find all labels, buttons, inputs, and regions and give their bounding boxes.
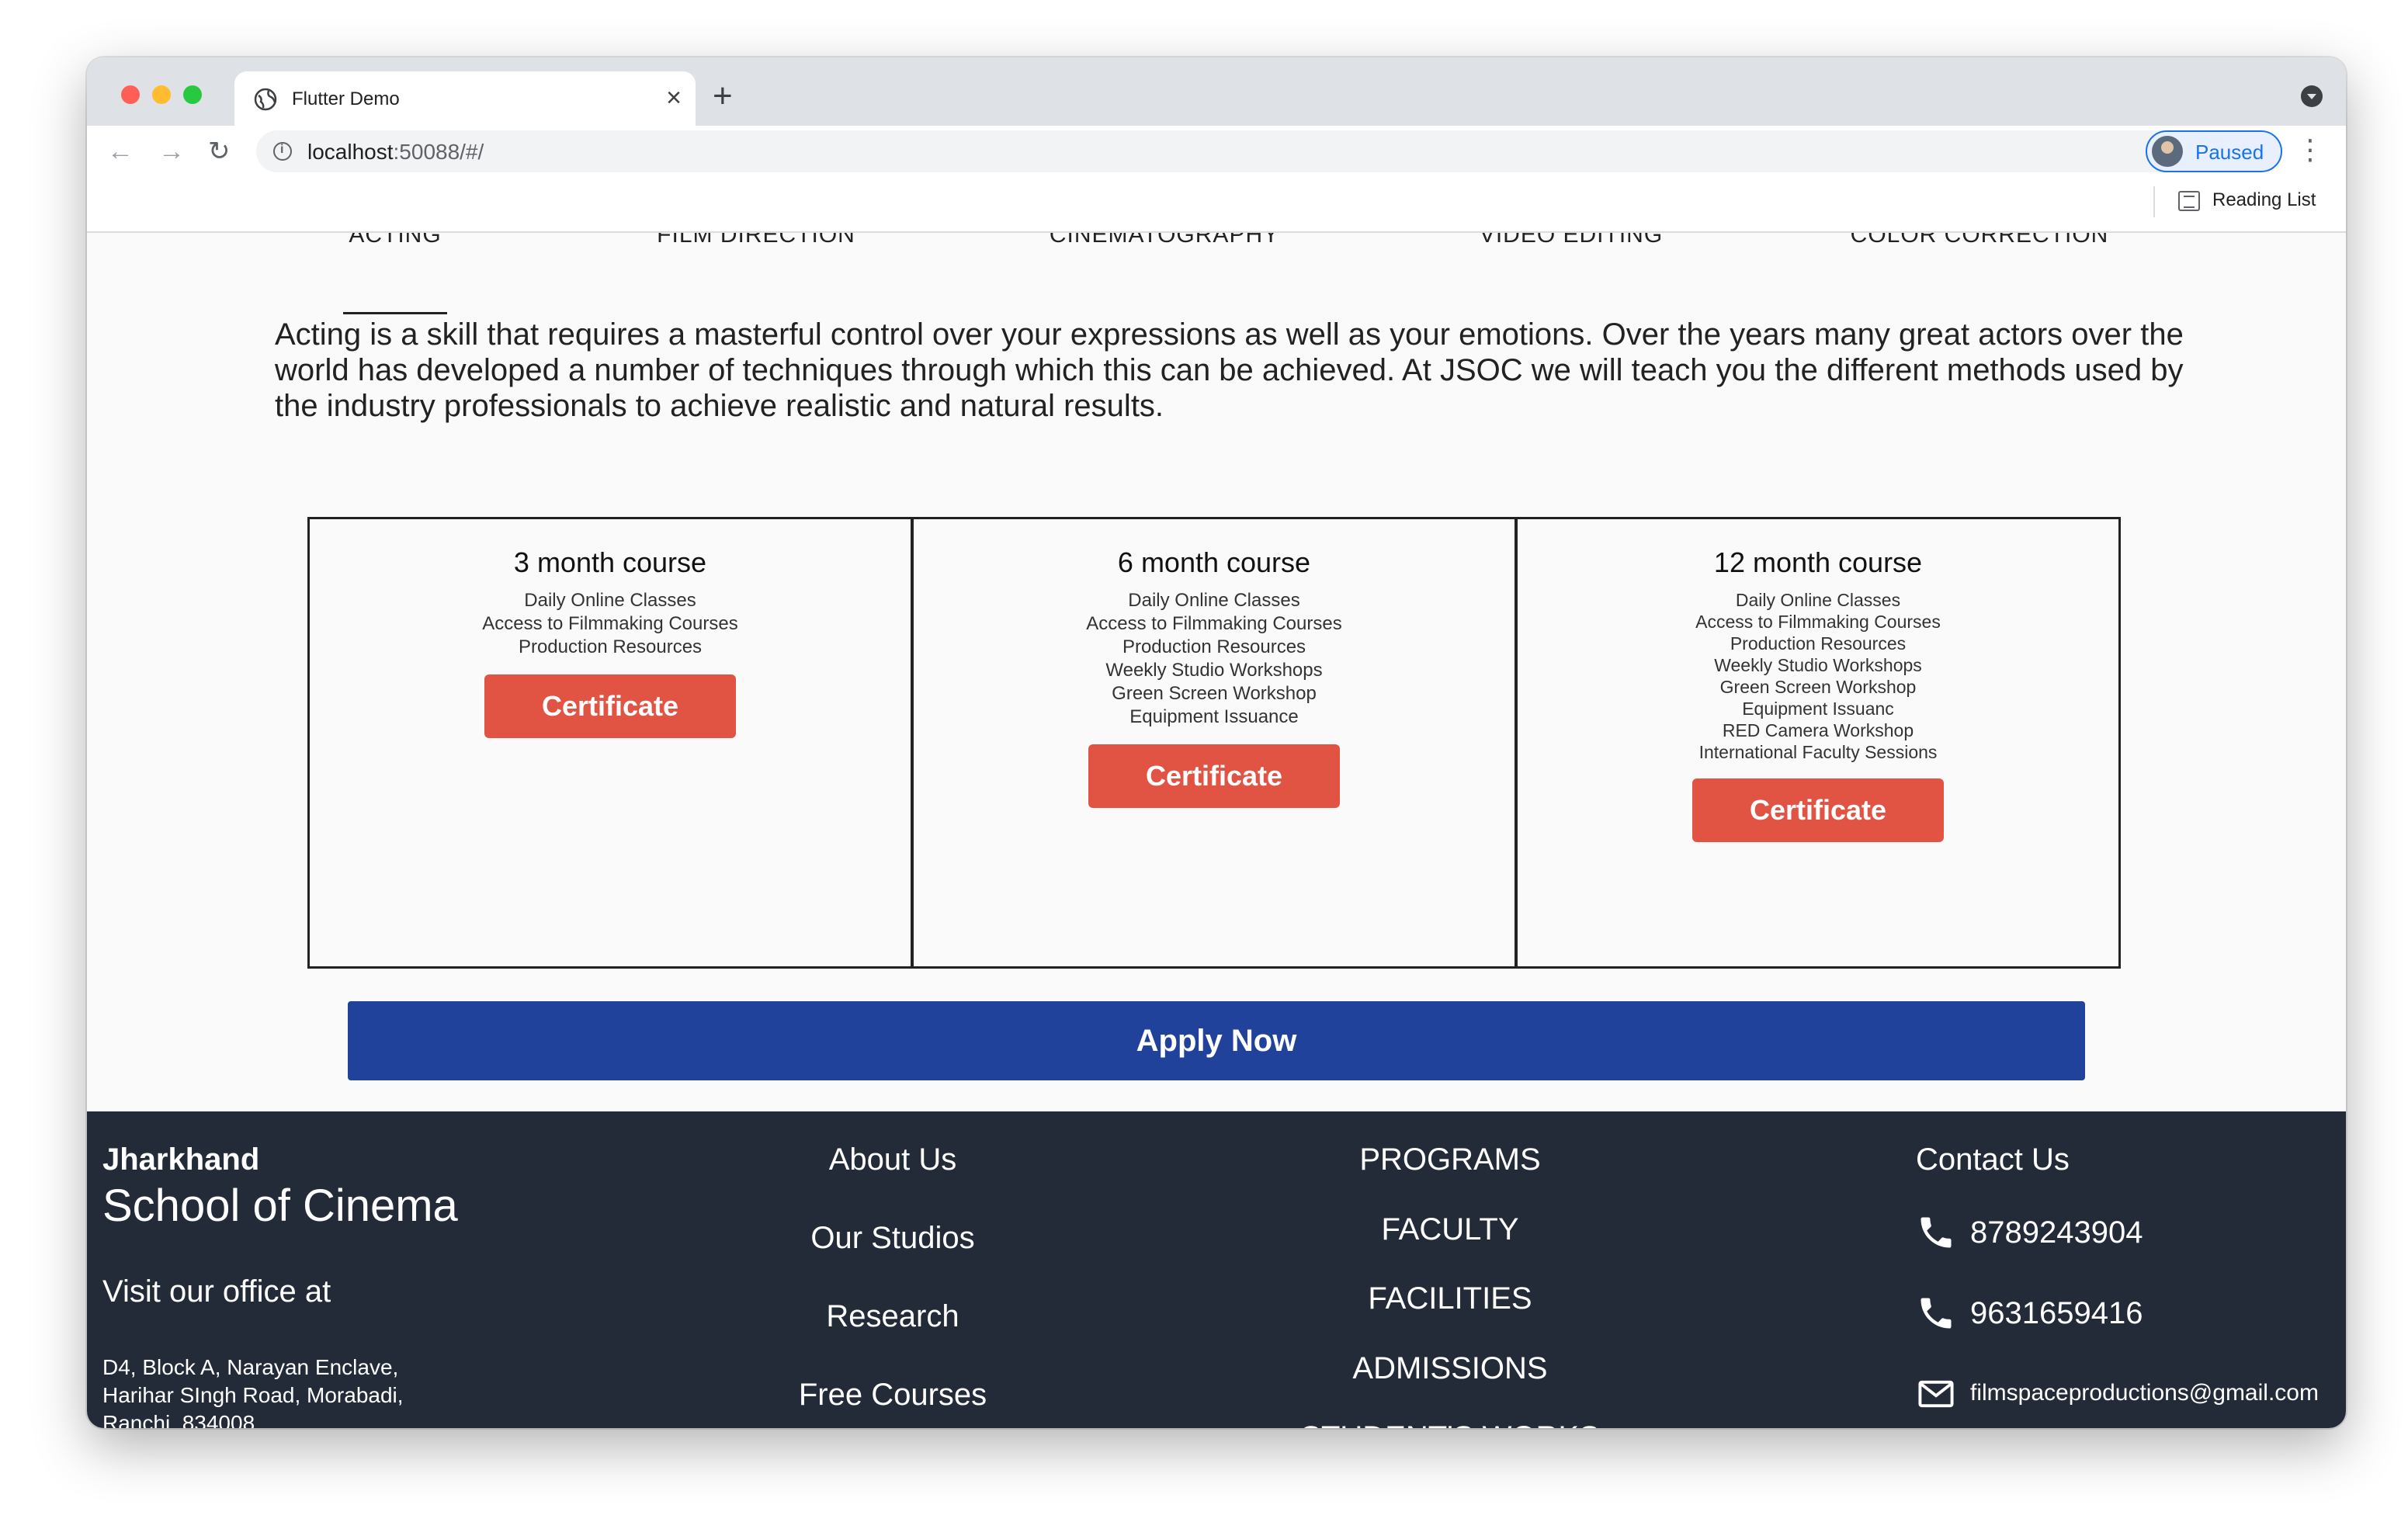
course-feature: Daily Online Classes <box>524 590 696 611</box>
address-line: D4, Block A, Narayan Enclave, <box>102 1355 399 1379</box>
tab-title: Flutter Demo <box>292 88 400 109</box>
course-card-6-month: 6 month course Daily Online Classes Acce… <box>911 517 1517 969</box>
reload-button[interactable]: ↻ <box>208 132 231 171</box>
footer-link-faculty[interactable]: FACULTY <box>1300 1212 1599 1282</box>
browser-window: Flutter Demo × + ← → ↻ localhost:50088/#… <box>87 57 2346 1428</box>
course-features: Daily Online Classes Access to Filmmakin… <box>310 589 911 659</box>
tab-video-editing[interactable]: VIDEO EDITING <box>1480 233 1663 248</box>
course-feature: Access to Filmmaking Courses <box>1086 613 1342 634</box>
course-card-12-month: 12 month course Daily Online Classes Acc… <box>1515 517 2121 969</box>
footer: Jharkhand School of Cinema Visit our off… <box>87 1111 2346 1428</box>
certificate-button[interactable]: Certificate <box>484 674 736 738</box>
reading-list-icon[interactable] <box>2178 191 2200 211</box>
info-icon[interactable] <box>273 142 292 161</box>
phone-number: 9631659416 <box>1970 1296 2143 1330</box>
certificate-button[interactable]: Certificate <box>1692 778 1944 842</box>
tab-strip: Flutter Demo × + <box>87 57 2346 126</box>
url-host: localhost <box>307 140 394 164</box>
contact-heading: Contact Us <box>1916 1142 2070 1177</box>
email-address: filmspaceproductions@gmail.com <box>1970 1380 2319 1406</box>
browser-toolbar: ← → ↻ localhost:50088/#/ ☆ Paused ⋮ <box>87 126 2346 177</box>
course-feature: Weekly Studio Workshops <box>1714 655 1922 675</box>
course-title: 6 month course <box>1117 546 1311 578</box>
course-feature: Production Resources <box>1730 633 1907 654</box>
new-tab-button[interactable]: + <box>713 79 733 113</box>
browser-tab[interactable]: Flutter Demo × <box>234 71 696 126</box>
course-feature: Daily Online Classes <box>1128 590 1300 611</box>
footer-links-col1: About Us Our Studios Research Free Cours… <box>799 1142 987 1428</box>
footer-link-admissions[interactable]: ADMISSIONS <box>1300 1351 1599 1421</box>
footer-link-students-works[interactable]: STUDENT'S WORKS <box>1300 1420 1599 1428</box>
address-line: Ranchi, 834008 <box>102 1411 255 1428</box>
forward-button[interactable]: → <box>158 132 185 171</box>
url-text[interactable]: localhost:50088/#/ <box>307 140 484 165</box>
close-window-button[interactable] <box>121 85 140 104</box>
footer-link-about-us[interactable]: About Us <box>799 1142 987 1221</box>
course-feature: Daily Online Classes <box>1735 590 1901 610</box>
phone-icon <box>1921 1298 1952 1329</box>
footer-link-facilities[interactable]: FACILITIES <box>1300 1281 1599 1351</box>
apply-now-button[interactable]: Apply Now <box>348 1001 2085 1080</box>
course-card-3-month: 3 month course Daily Online Classes Acce… <box>307 517 913 969</box>
footer-link-free-courses[interactable]: Free Courses <box>799 1378 987 1428</box>
course-title: 12 month course <box>1713 546 1923 578</box>
divider <box>2153 186 2155 217</box>
visit-heading: Visit our office at <box>102 1274 331 1309</box>
profile-status: Paused <box>2195 140 2264 164</box>
tab-search-icon[interactable] <box>2301 85 2323 107</box>
minimize-window-button[interactable] <box>152 85 171 104</box>
menu-icon[interactable]: ⋮ <box>2296 130 2324 169</box>
brand-line-1: Jharkhand <box>102 1142 260 1177</box>
reading-list-button[interactable]: Reading List <box>2212 189 2316 211</box>
avatar <box>2152 136 2183 167</box>
course-features: Daily Online Classes Access to Filmmakin… <box>914 589 1515 729</box>
url-port: :50088/#/ <box>393 140 484 164</box>
office-address: D4, Block A, Narayan Enclave, Harihar SI… <box>102 1354 404 1428</box>
globe-icon <box>254 88 277 111</box>
course-feature: Access to Filmmaking Courses <box>482 613 738 634</box>
course-feature: Equipment Issuance <box>1129 706 1299 727</box>
intro-text: Acting is a skill that requires a master… <box>275 317 2184 423</box>
course-feature: RED Camera Workshop <box>1722 720 1914 740</box>
footer-link-our-studios[interactable]: Our Studios <box>799 1221 987 1299</box>
phone-number: 8789243904 <box>1970 1215 2143 1250</box>
course-feature: Access to Filmmaking Courses <box>1695 612 1941 632</box>
course-features: Daily Online Classes Access to Filmmakin… <box>1518 589 2118 763</box>
footer-link-programs[interactable]: PROGRAMS <box>1300 1142 1599 1212</box>
maximize-window-button[interactable] <box>183 85 202 104</box>
course-feature: International Faculty Sessions <box>1698 742 1938 762</box>
footer-link-research[interactable]: Research <box>799 1299 987 1378</box>
course-feature: Production Resources <box>1122 636 1306 657</box>
certificate-button[interactable]: Certificate <box>1088 744 1340 808</box>
back-button[interactable]: ← <box>107 132 134 171</box>
page-viewport: ACTING FILM DIRECTION CINEMATOGRAPHY VID… <box>87 233 2346 1428</box>
bookmarks-bar: Reading List <box>87 177 2346 233</box>
tab-color-correction[interactable]: COLOR CORRECTION <box>1851 233 2109 248</box>
active-tab-indicator <box>343 312 447 314</box>
profile-button[interactable]: Paused <box>2146 130 2282 172</box>
mail-icon <box>1918 1380 1954 1408</box>
course-feature: Weekly Studio Workshops <box>1105 660 1323 681</box>
course-feature: Equipment Issuanc <box>1742 699 1894 719</box>
tab-film-direction[interactable]: FILM DIRECTION <box>657 233 855 248</box>
course-cards: 3 month course Daily Online Classes Acce… <box>307 517 2125 969</box>
course-title: 3 month course <box>513 546 707 578</box>
tab-acting[interactable]: ACTING <box>349 233 441 248</box>
course-feature: Green Screen Workshop <box>1719 677 1917 697</box>
tab-close-icon[interactable]: × <box>666 82 682 113</box>
course-feature: Green Screen Workshop <box>1112 683 1317 704</box>
address-line: Harihar SIngh Road, Morabadi, <box>102 1383 404 1407</box>
course-feature: Production Resources <box>518 636 703 657</box>
address-bar[interactable]: localhost:50088/#/ ☆ <box>256 130 2217 172</box>
phone-icon <box>1921 1217 1952 1248</box>
brand-line-2: School of Cinema <box>102 1181 458 1231</box>
footer-links-col2: PROGRAMS FACULTY FACILITIES ADMISSIONS S… <box>1300 1142 1599 1428</box>
tab-cinematography[interactable]: CINEMATOGRAPHY <box>1050 233 1279 248</box>
